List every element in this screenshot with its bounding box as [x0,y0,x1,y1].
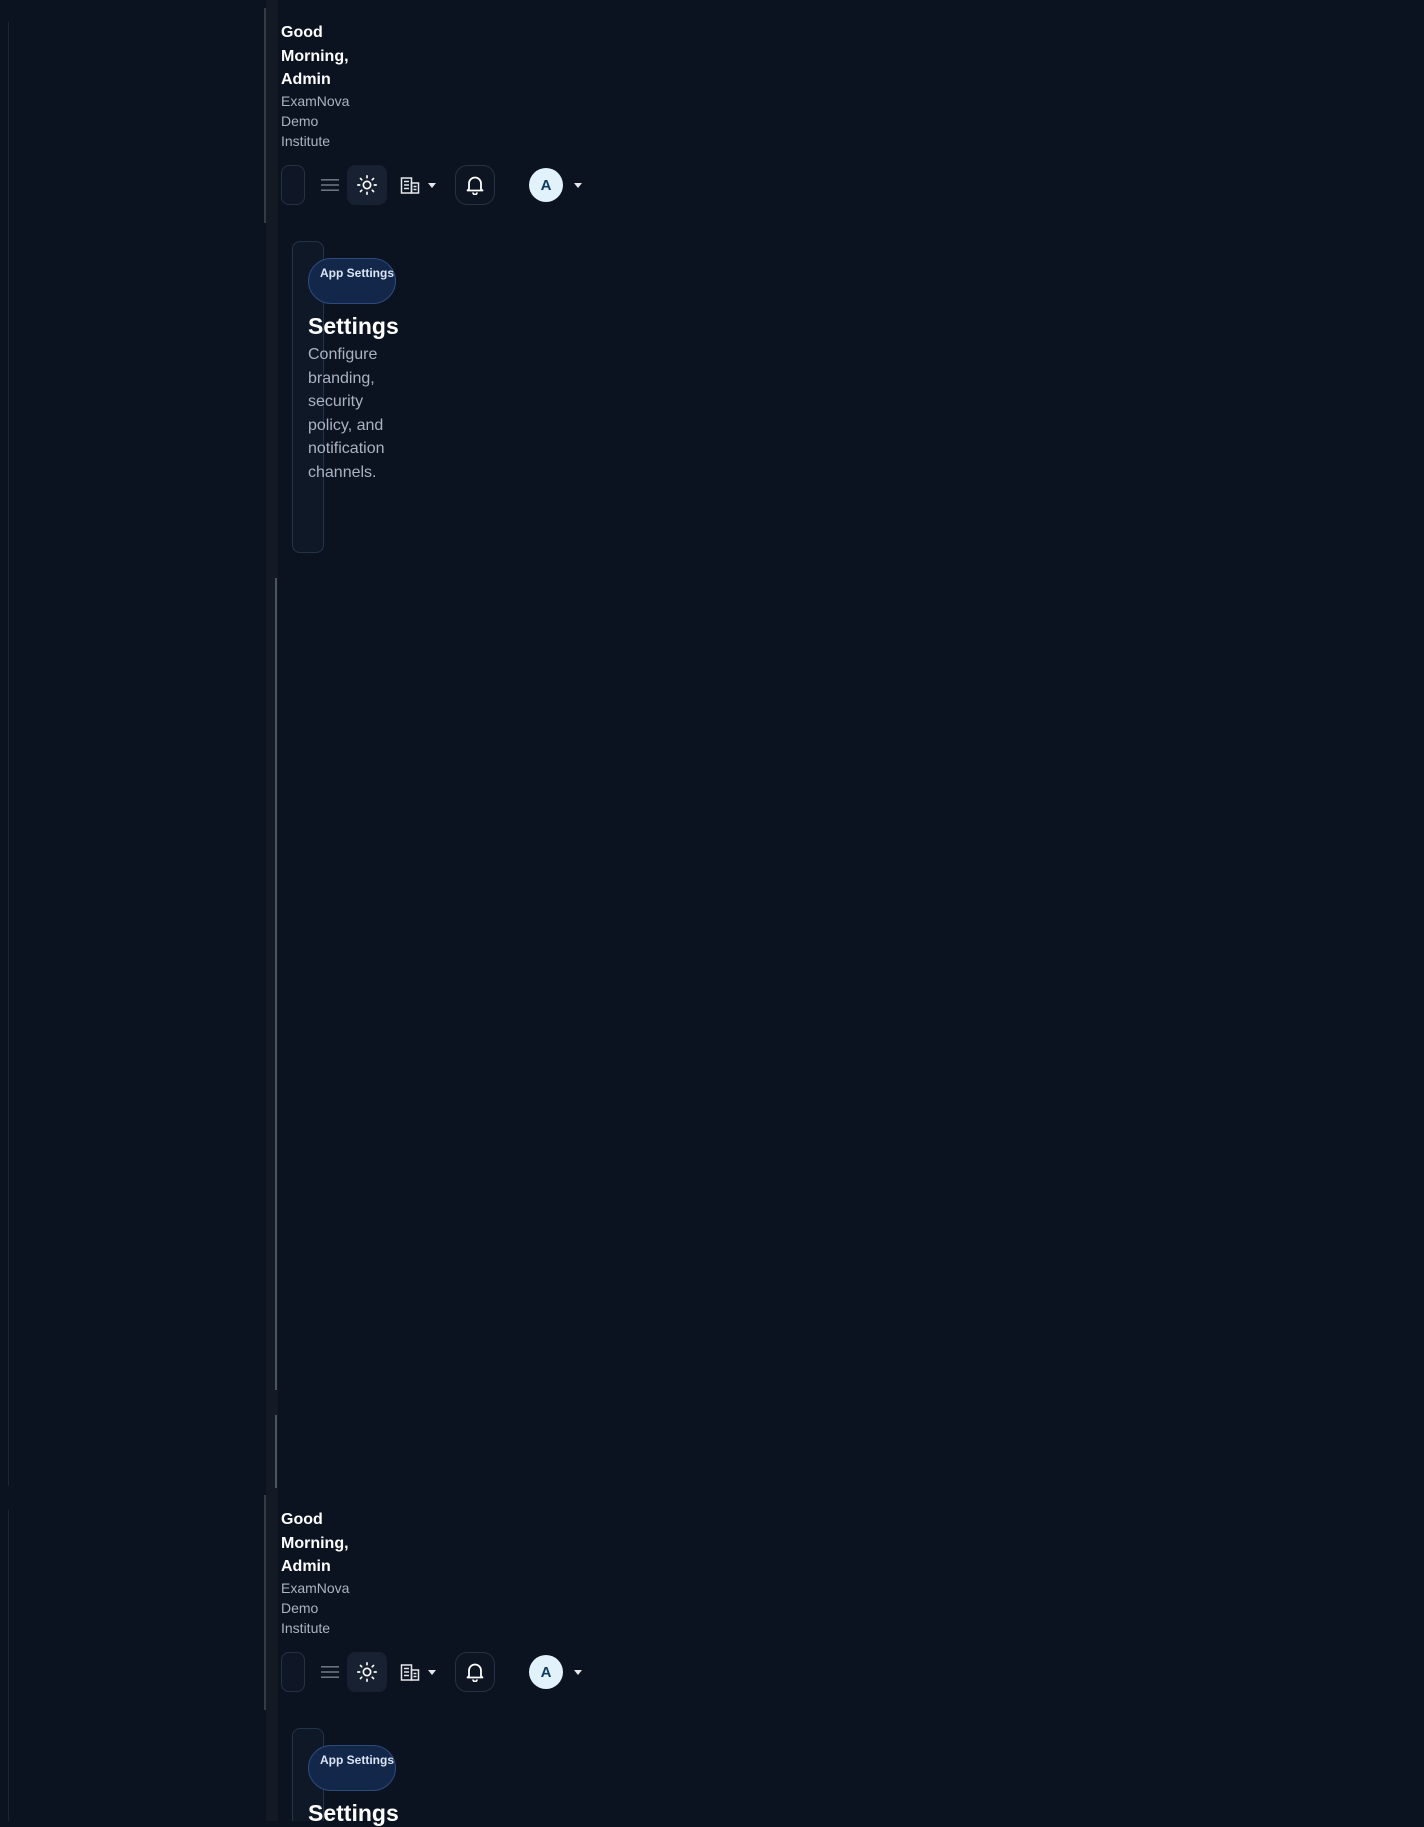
user-avatar[interactable]: A [529,168,563,202]
user-avatar[interactable]: A [529,1655,563,1689]
menu-button[interactable] [318,1660,342,1684]
page-badge: App Settings [308,258,396,304]
sidebar-toggle-button[interactable] [281,165,305,205]
menu-icon [321,1666,339,1678]
page-title: Settings [308,1800,399,1826]
chevron-down-icon [428,1669,436,1675]
bell-icon [466,1663,484,1682]
header-divider [264,1495,266,1710]
chevron-down-icon[interactable] [574,183,582,188]
sun-icon [357,175,377,195]
left-rail-divider [8,1510,9,1821]
theme-toggle-button[interactable] [347,1652,387,1692]
bell-icon [466,176,484,195]
theme-toggle-button[interactable] [347,165,387,205]
greeting-text: Good Morning, Admin [281,24,349,88]
institute-name: ExamNova Demo Institute [281,1580,350,1636]
page-description: Configure branding, security policy, and… [308,346,385,481]
content-scrollbar[interactable] [275,578,277,1390]
notifications-button[interactable] [455,165,495,205]
institute-name: ExamNova Demo Institute [281,93,350,149]
institution-switcher[interactable] [400,1660,442,1684]
building-icon [400,1664,420,1681]
header-divider [264,8,266,223]
left-rail-divider [8,22,9,1486]
content-scrollbar[interactable] [275,1415,277,1488]
sun-icon [357,1662,377,1682]
sidebar-toggle-button[interactable] [281,1652,305,1692]
chevron-down-icon[interactable] [574,1670,582,1675]
notifications-button[interactable] [455,1652,495,1692]
institution-switcher[interactable] [400,173,442,197]
building-icon [400,177,420,194]
chevron-down-icon [428,182,436,188]
page-badge: App Settings [308,1745,396,1791]
greeting-text: Good Morning, Admin [281,1511,349,1575]
page-title: Settings [308,313,399,339]
menu-button[interactable] [318,173,342,197]
menu-icon [321,179,339,191]
